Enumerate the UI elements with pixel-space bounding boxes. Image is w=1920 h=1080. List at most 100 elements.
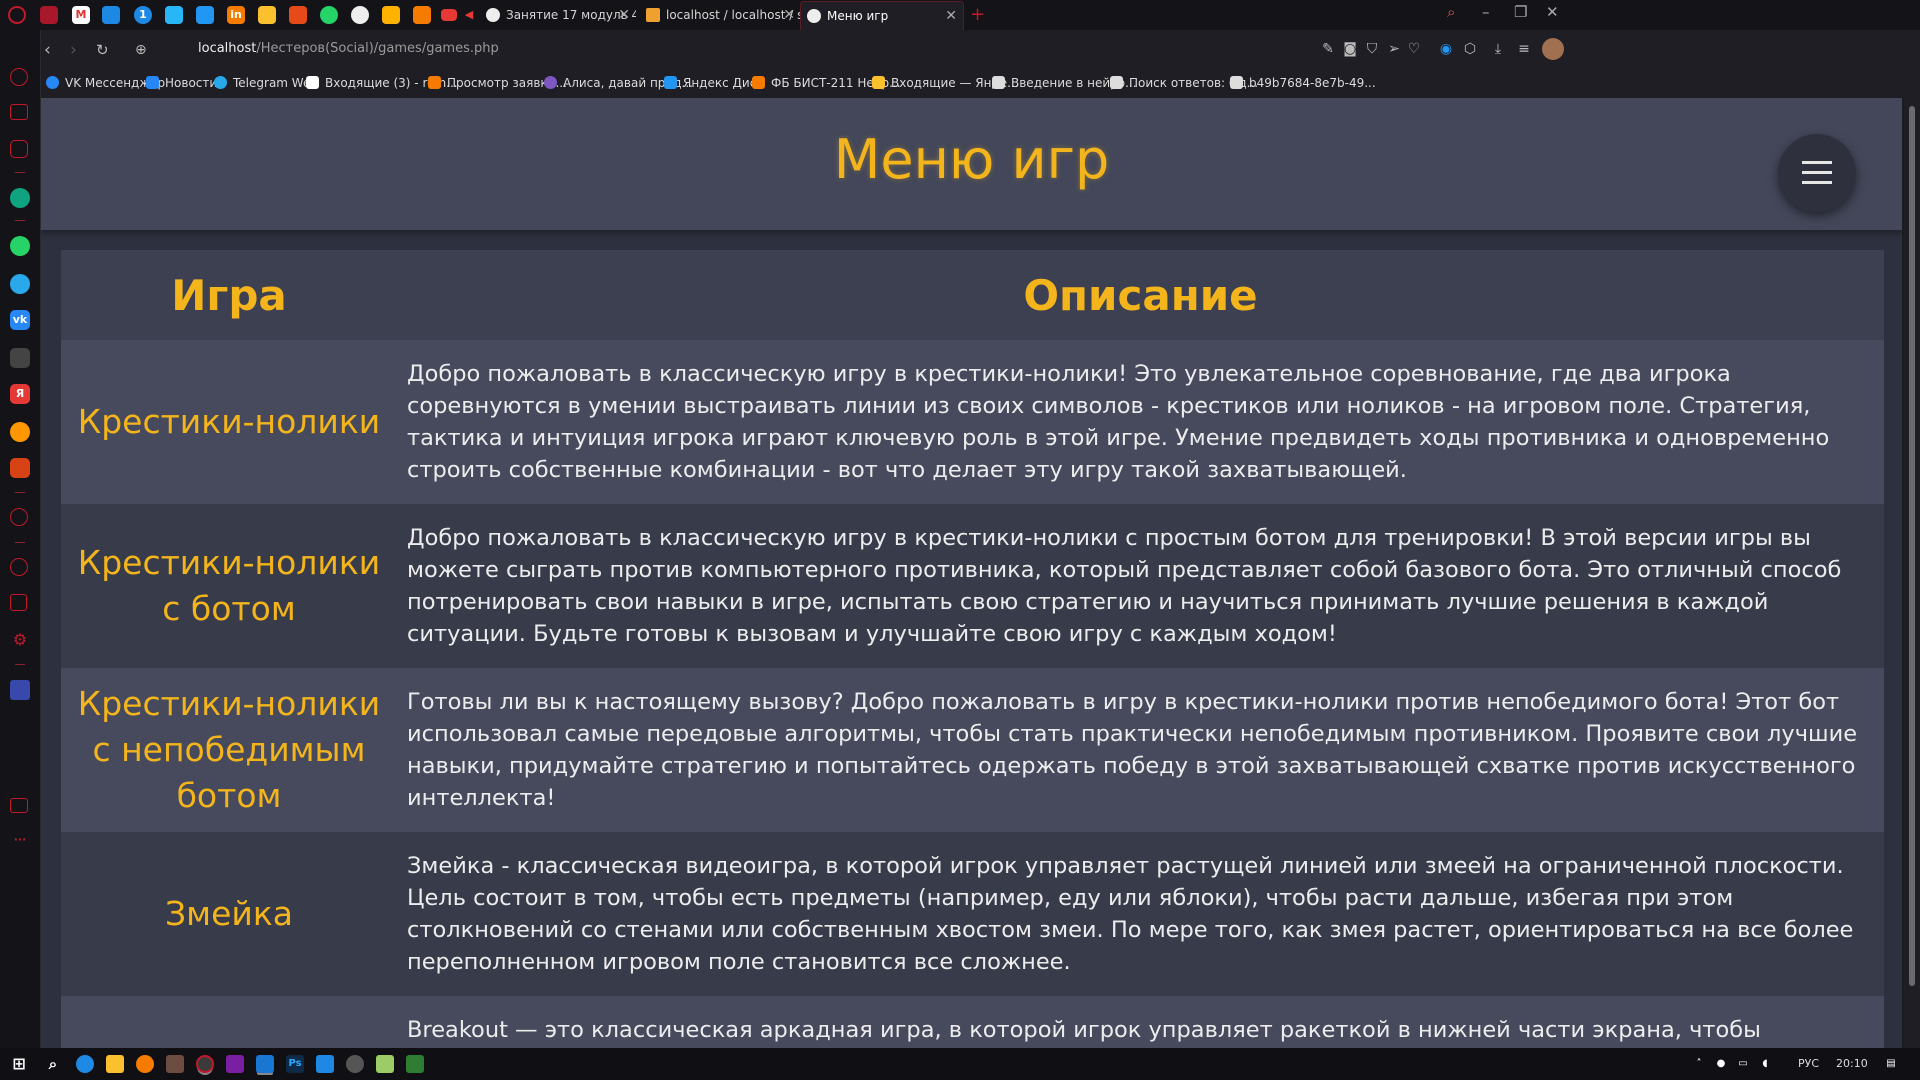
app-chat-icon[interactable] — [165, 6, 183, 24]
app-chart-icon[interactable] — [166, 1055, 184, 1073]
discord-icon[interactable] — [10, 348, 30, 368]
address-bar: ‹ › ↻ ⊕ localhost/Нестеров(Social)/games… — [40, 30, 1920, 70]
search-icon[interactable]: ⌕ — [1447, 3, 1455, 21]
page-scrollbar[interactable] — [1904, 98, 1920, 1048]
close-window-icon[interactable]: ✕ — [1546, 3, 1559, 21]
bag-icon[interactable] — [10, 104, 28, 120]
photoshop-icon[interactable]: Ps — [286, 1055, 304, 1073]
instagram-icon[interactable] — [10, 140, 28, 158]
edit-icon[interactable]: ✎ — [1320, 41, 1336, 57]
messenger-icon[interactable] — [102, 6, 120, 24]
whatsapp-icon[interactable] — [320, 6, 338, 24]
chatgpt-icon[interactable] — [10, 188, 30, 208]
avatar[interactable] — [1542, 38, 1564, 60]
app-green-icon[interactable] — [406, 1055, 424, 1073]
opera-icon[interactable] — [196, 1055, 214, 1073]
mail-icon[interactable] — [10, 422, 30, 442]
telegram-icon[interactable] — [10, 274, 30, 294]
odnoklassniki-icon[interactable] — [413, 6, 431, 24]
game-link[interactable]: Крестики-нолики с непобедимым ботом — [61, 668, 397, 832]
app-in-icon[interactable]: in — [227, 6, 245, 24]
close-tab-icon[interactable]: ✕ — [945, 2, 957, 30]
shield-icon[interactable]: ⛉ — [1364, 41, 1380, 57]
tab-phpmyadmin[interactable]: localhost / localhost / socia ✕ — [640, 1, 801, 29]
send-icon[interactable]: ➢ — [1386, 41, 1402, 57]
opera-logo-icon[interactable] — [8, 6, 26, 24]
reload-icon[interactable]: ↻ — [96, 40, 109, 60]
back-arrow-icon[interactable]: ‹ — [44, 40, 51, 60]
vscode-icon[interactable] — [256, 1055, 274, 1073]
tab-pdf[interactable]: Занятие 17 модуль 4.pdf ✕ — [480, 1, 636, 29]
game-link[interactable]: Змейка — [61, 832, 397, 996]
app-fire-icon[interactable] — [289, 6, 307, 24]
menu-lines-icon[interactable]: ≡ — [1516, 41, 1532, 57]
settings-gear-icon[interactable]: ⚙ — [10, 630, 30, 650]
cube-icon[interactable]: ⬡ — [1462, 41, 1478, 57]
file-explorer-icon[interactable] — [106, 1055, 124, 1073]
game-link[interactable]: Крестики-нолики с ботом — [61, 504, 397, 668]
app-blue-icon[interactable] — [10, 680, 30, 700]
new-tab-button[interactable]: + — [964, 1, 990, 29]
bookmark-item[interactable]: Telegram Web — [214, 76, 318, 90]
visual-studio-icon[interactable] — [226, 1055, 244, 1073]
hamburger-menu-button[interactable] — [1778, 134, 1856, 212]
cube-icon[interactable] — [10, 594, 27, 611]
document-icon — [1230, 76, 1243, 89]
app-link-icon[interactable] — [351, 6, 369, 24]
microphone-icon[interactable]: ● — [1712, 1055, 1730, 1073]
table-row: Крестики-нолики с ботом Добро пожаловать… — [61, 504, 1884, 668]
app-yellow-icon[interactable] — [382, 6, 400, 24]
speed-dial-icon[interactable] — [10, 68, 28, 86]
mail-icon[interactable] — [258, 6, 276, 24]
volume-icon[interactable]: ◖ — [1756, 1055, 1774, 1073]
app-red-icon[interactable] — [10, 458, 30, 478]
gmail-icon[interactable]: M — [72, 6, 90, 24]
app-orange-icon[interactable] — [136, 1055, 154, 1073]
bookmark-item[interactable]: b49b7684-8e7b-49... — [1230, 76, 1376, 90]
heart-icon[interactable]: ♡ — [1406, 41, 1422, 57]
clock[interactable]: 20:10 — [1836, 1057, 1868, 1070]
restore-icon[interactable]: ❐ — [1514, 3, 1527, 21]
close-tab-icon[interactable]: ✕ — [618, 1, 630, 29]
url-field[interactable]: localhost/Нестеров(Social)/games/games.p… — [198, 41, 499, 56]
youtube-icon[interactable] — [441, 9, 457, 21]
tray-chevron-icon[interactable]: ˄ — [1690, 1055, 1708, 1073]
vpn-icon[interactable]: ◉ — [1438, 41, 1454, 57]
sidebar-divider — [15, 542, 25, 543]
app-leaf-icon[interactable] — [376, 1055, 394, 1073]
player-icon[interactable] — [10, 508, 28, 526]
search-icon[interactable]: ⌕ — [44, 1055, 62, 1073]
bookmark-label: Новости — [165, 76, 218, 90]
gallery-icon[interactable] — [10, 798, 28, 813]
forward-arrow-icon[interactable]: › — [70, 40, 77, 60]
camera-icon[interactable]: ◙ — [1342, 41, 1358, 57]
bookmark-item[interactable]: Новости — [146, 76, 217, 90]
app-circle-icon[interactable] — [346, 1055, 364, 1073]
game-link[interactable]: Крестики-нолики — [61, 340, 397, 504]
game-link[interactable]: Breakout — [61, 996, 397, 1048]
notifications-icon[interactable]: ▤ — [1882, 1055, 1900, 1073]
vk-icon[interactable]: vk — [10, 310, 30, 330]
whatsapp-icon[interactable] — [10, 236, 30, 256]
app-paper-icon[interactable] — [196, 6, 214, 24]
more-dots-icon[interactable]: ··· — [10, 830, 30, 850]
tab-games-menu[interactable]: Меню игр ✕ — [800, 1, 964, 30]
windows-start-icon[interactable]: ⊞ — [10, 1055, 28, 1073]
minimize-icon[interactable]: – — [1482, 3, 1490, 21]
bookmark-item[interactable]: Яндекс Диск — [664, 76, 764, 90]
page-content: Меню игр Игра Описание Крестики-нолики Д… — [41, 98, 1902, 1048]
scrollbar-thumb[interactable] — [1909, 106, 1915, 986]
network-icon[interactable]: ▭ — [1734, 1055, 1752, 1073]
app-one-icon[interactable]: 1 — [134, 6, 152, 24]
tab-favicon-icon — [486, 8, 500, 22]
app-window-icon[interactable] — [316, 1055, 334, 1073]
gamepad-icon[interactable] — [40, 6, 58, 24]
yandex-icon[interactable]: Я — [10, 384, 30, 404]
audio-playing-icon[interactable]: ◀ — [460, 6, 478, 24]
history-icon[interactable] — [10, 558, 28, 576]
site-info-icon[interactable]: ⊕ — [135, 40, 147, 60]
close-tab-icon[interactable]: ✕ — [783, 1, 795, 29]
download-icon[interactable]: ⤓ — [1490, 41, 1506, 57]
edge-icon[interactable] — [76, 1055, 94, 1073]
keyboard-language[interactable]: РУС — [1798, 1057, 1819, 1070]
